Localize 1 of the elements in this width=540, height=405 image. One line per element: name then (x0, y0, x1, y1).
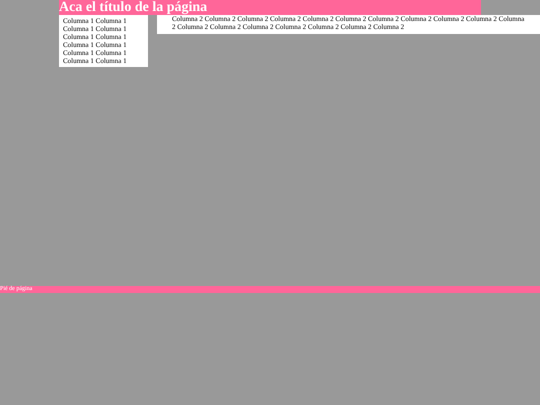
page-title: Aca el título de la página (59, 0, 481, 15)
